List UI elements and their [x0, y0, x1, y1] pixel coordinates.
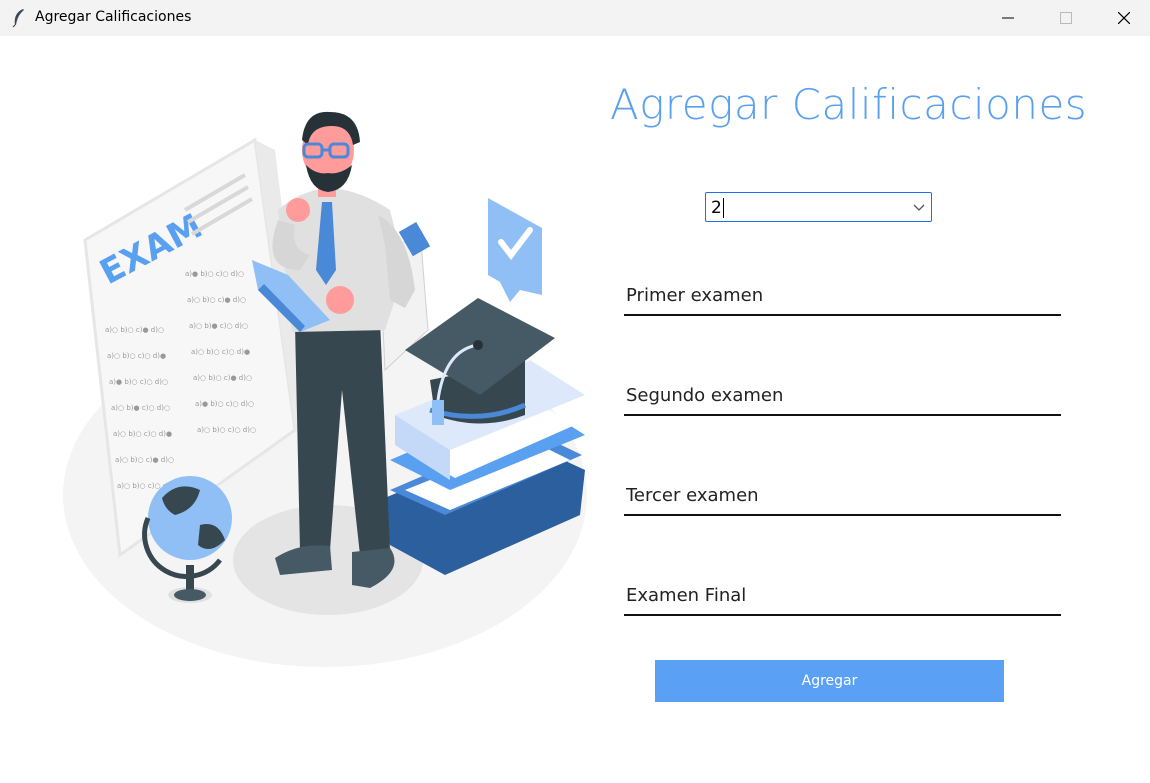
- page-title: Agregar Calificaciones: [610, 80, 1088, 129]
- svg-text:a)○ b)● c)○ d)○: a)○ b)● c)○ d)○: [111, 404, 170, 412]
- agregar-button[interactable]: Agregar: [655, 660, 1004, 702]
- svg-text:a)○ b)● c)○ d)○: a)○ b)● c)○ d)○: [189, 322, 248, 330]
- svg-text:a)○ b)○ c)○ d)○: a)○ b)○ c)○ d)○: [197, 426, 256, 434]
- svg-text:a)○ b)○ c)○ d)●: a)○ b)○ c)○ d)●: [107, 352, 166, 360]
- teacher-exam-illustration: EXAM a)○ b)○ c)● d)○ a)○ b)○ c)○ d)● a)●…: [63, 111, 587, 667]
- primer-examen-label: Primer examen: [626, 285, 764, 306]
- svg-text:a)○ b)○ c)○ d)●: a)○ b)○ c)○ d)●: [113, 430, 172, 438]
- close-icon: [1118, 12, 1130, 24]
- primer-examen-field[interactable]: Primer examen: [624, 278, 1061, 316]
- maximize-icon: [1060, 12, 1072, 24]
- student-selector[interactable]: 2: [705, 192, 932, 222]
- svg-text:a)● b)○ c)○ d)○: a)● b)○ c)○ d)○: [109, 378, 168, 386]
- minimize-button[interactable]: [979, 0, 1037, 36]
- student-selector-value: 2: [711, 198, 724, 218]
- tercer-examen-label: Tercer examen: [626, 485, 759, 506]
- svg-text:a)● b)○ c)○ d)○: a)● b)○ c)○ d)○: [185, 270, 244, 278]
- checkmark-card: [488, 198, 542, 302]
- maximize-button[interactable]: [1037, 0, 1095, 36]
- examen-final-field[interactable]: Examen Final: [624, 578, 1061, 616]
- window-title: Agregar Calificaciones: [35, 9, 192, 25]
- svg-text:a)● b)○ c)○ d)○: a)● b)○ c)○ d)○: [195, 400, 254, 408]
- title-bar: Agregar Calificaciones: [0, 0, 1150, 36]
- examen-final-label: Examen Final: [626, 585, 747, 606]
- svg-text:a)○ b)○ c)● d)○: a)○ b)○ c)● d)○: [187, 296, 246, 304]
- segundo-examen-label: Segundo examen: [626, 385, 784, 406]
- tercer-examen-field[interactable]: Tercer examen: [624, 478, 1061, 516]
- feather-icon: [12, 9, 24, 28]
- svg-text:a)○ b)○ c)● d)○: a)○ b)○ c)● d)○: [105, 326, 164, 334]
- close-button[interactable]: [1095, 0, 1150, 36]
- segundo-examen-field[interactable]: Segundo examen: [624, 378, 1061, 416]
- minimize-icon: [1002, 17, 1014, 19]
- chevron-down-icon[interactable]: [913, 201, 925, 213]
- svg-text:a)○ b)○ c)○ d)●: a)○ b)○ c)○ d)●: [191, 348, 250, 356]
- svg-text:a)○ b)○ c)● d)○: a)○ b)○ c)● d)○: [115, 456, 174, 464]
- svg-text:a)○ b)○ c)● d)○: a)○ b)○ c)● d)○: [193, 374, 252, 382]
